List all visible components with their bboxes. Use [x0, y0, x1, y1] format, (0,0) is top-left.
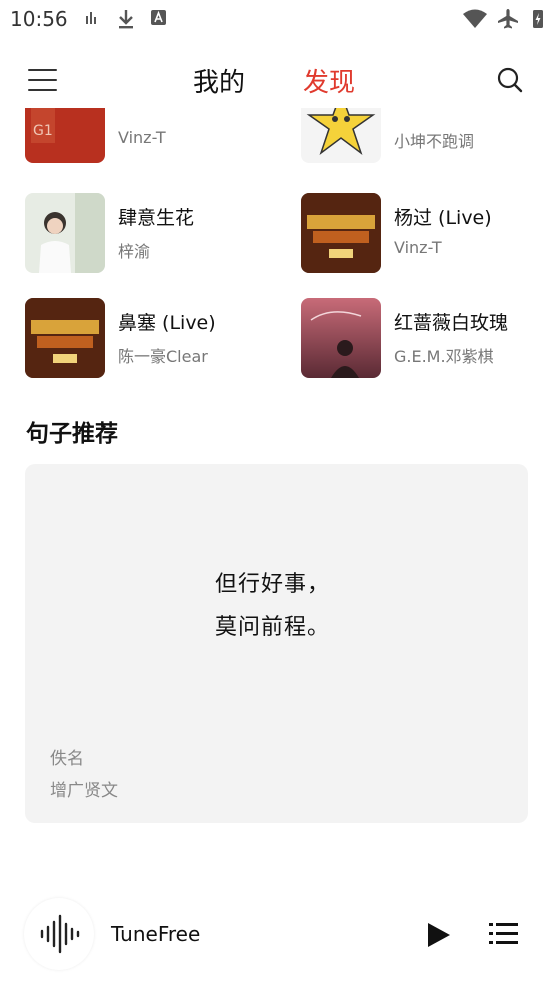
song-artist: Vinz-T	[394, 238, 442, 257]
menu-icon-line	[28, 79, 57, 81]
play-button[interactable]	[424, 920, 454, 950]
song-artist: 梓渝	[118, 242, 151, 261]
menu-button[interactable]	[28, 66, 58, 92]
song-item[interactable]: 肆意生花 梓渝	[25, 193, 275, 273]
wifi-icon	[462, 8, 488, 34]
search-icon	[497, 67, 523, 93]
song-item[interactable]: 鼻塞 (Live) 陈一豪Clear	[25, 298, 275, 378]
song-item[interactable]: G1 Vinz-T	[25, 108, 275, 163]
text-a-icon	[150, 8, 168, 32]
playlist-icon	[489, 923, 518, 944]
section-title-sentences: 句子推荐	[26, 421, 118, 447]
album-cover: G1	[25, 108, 105, 163]
download-icon	[117, 8, 135, 34]
status-time: 10:56	[10, 7, 68, 31]
signal-bars-icon	[85, 8, 99, 32]
album-cover	[301, 193, 381, 273]
quote-line-2: 莫问前程。	[215, 615, 331, 640]
play-icon	[428, 923, 450, 947]
album-cover	[301, 108, 381, 163]
song-artist: 小坤不跑调	[394, 132, 475, 151]
now-playing-art[interactable]	[24, 898, 94, 970]
now-playing-title: TuneFree	[111, 922, 201, 946]
quote-source: 增广贤文	[50, 781, 118, 801]
song-item[interactable]: 红蔷薇白玫瑰 G.E.M.邓紫棋	[301, 298, 551, 378]
song-title: 鼻塞 (Live)	[118, 312, 216, 334]
quote-card[interactable]: 但行好事， 莫问前程。 佚名 增广贤文	[25, 464, 528, 823]
mini-player: TuneFree	[0, 898, 553, 974]
menu-icon-line	[28, 89, 57, 91]
quote-author: 佚名	[50, 749, 84, 769]
quote-line-1: 但行好事，	[215, 572, 331, 597]
song-artist: G.E.M.邓紫棋	[394, 347, 494, 366]
song-grid: G1 Vinz-T 小坤不跑调 肆意生花 梓渝 杨过 (Live) Vinz-T…	[0, 108, 553, 398]
svg-text:G1: G1	[33, 123, 53, 139]
song-title: 红蔷薇白玫瑰	[394, 312, 509, 334]
album-cover	[25, 193, 105, 273]
album-cover	[25, 298, 105, 378]
airplane-mode-icon	[496, 8, 520, 34]
song-item[interactable]: 杨过 (Live) Vinz-T	[301, 193, 551, 273]
menu-icon	[28, 69, 57, 71]
album-cover	[301, 298, 381, 378]
battery-charging-icon	[532, 8, 544, 34]
top-nav: 我的 发现	[0, 52, 553, 108]
status-bar: 10:56	[0, 0, 553, 38]
search-button[interactable]	[496, 66, 524, 94]
tab-mine[interactable]: 我的	[193, 62, 245, 99]
song-artist: 陈一豪Clear	[118, 347, 208, 366]
song-title: 肆意生花	[118, 207, 195, 229]
song-title: 杨过 (Live)	[394, 207, 492, 229]
playlist-button[interactable]	[488, 920, 520, 948]
tab-discover[interactable]: 发现	[303, 62, 355, 99]
song-item[interactable]: 小坤不跑调	[301, 108, 551, 163]
song-artist: Vinz-T	[118, 128, 166, 147]
waveform-icon	[40, 914, 80, 954]
